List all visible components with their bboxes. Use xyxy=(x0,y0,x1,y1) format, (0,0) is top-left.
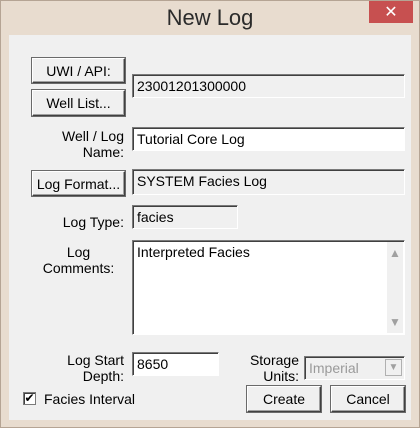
storage-units-label: Storage Units: xyxy=(229,352,299,384)
log-format-field[interactable]: SYSTEM Facies Log xyxy=(132,169,405,195)
well-log-name-input[interactable]: Tutorial Core Log xyxy=(132,127,405,151)
close-icon: ✕ xyxy=(384,4,398,21)
well-log-name-label-line2: Name: xyxy=(82,144,124,160)
window-title: New Log xyxy=(166,5,254,30)
well-list-button[interactable]: Well List... xyxy=(32,90,125,116)
log-start-depth-label: Log Start Depth: xyxy=(19,352,124,384)
log-type-field: facies xyxy=(132,205,238,229)
log-comments-label-line2: Comments: xyxy=(42,260,115,276)
log-comments-label: Log Comments: xyxy=(19,244,124,276)
storage-units-label-line2: Units: xyxy=(263,368,299,384)
log-comments-textarea[interactable]: Interpreted Facies ▲ ▼ xyxy=(132,240,405,335)
dialog-body: UWI / API: Well List... 23001201300000 W… xyxy=(9,35,411,420)
title-bar[interactable]: New Log ✕ xyxy=(1,1,419,35)
close-button[interactable]: ✕ xyxy=(369,1,413,23)
create-button[interactable]: Create xyxy=(247,386,321,412)
storage-units-label-line1: Storage xyxy=(249,352,299,368)
facies-interval-label[interactable]: Facies Interval xyxy=(44,391,135,407)
well-log-name-label: Well / Log Name: xyxy=(19,128,124,160)
storage-units-value: Imperial xyxy=(309,360,359,376)
log-type-label: Log Type: xyxy=(62,214,124,230)
log-comments-text: Interpreted Facies xyxy=(137,244,250,260)
facies-interval-checkbox[interactable]: ✔ xyxy=(23,392,36,405)
cancel-button[interactable]: Cancel xyxy=(331,386,405,412)
log-start-depth-input[interactable]: 8650 xyxy=(132,352,219,376)
new-log-dialog: New Log ✕ UWI / API: Well List... 230012… xyxy=(0,0,420,428)
uwi-field[interactable]: 23001201300000 xyxy=(132,74,405,98)
log-comments-label-line1: Log xyxy=(66,244,91,260)
log-start-depth-label-line1: Log Start xyxy=(67,352,124,368)
storage-units-select: Imperial ▼ xyxy=(304,356,405,380)
scroll-down-icon[interactable]: ▼ xyxy=(387,315,403,329)
dropdown-arrow-icon: ▼ xyxy=(385,359,402,376)
well-log-name-label-line1: Well / Log xyxy=(62,128,124,144)
log-format-button[interactable]: Log Format... xyxy=(32,171,125,196)
scroll-up-icon[interactable]: ▲ xyxy=(387,246,403,260)
comments-scrollbar[interactable]: ▲ ▼ xyxy=(387,242,403,333)
uwi-api-button[interactable]: UWI / API: xyxy=(32,58,125,83)
log-start-depth-label-line2: Depth: xyxy=(82,368,124,384)
